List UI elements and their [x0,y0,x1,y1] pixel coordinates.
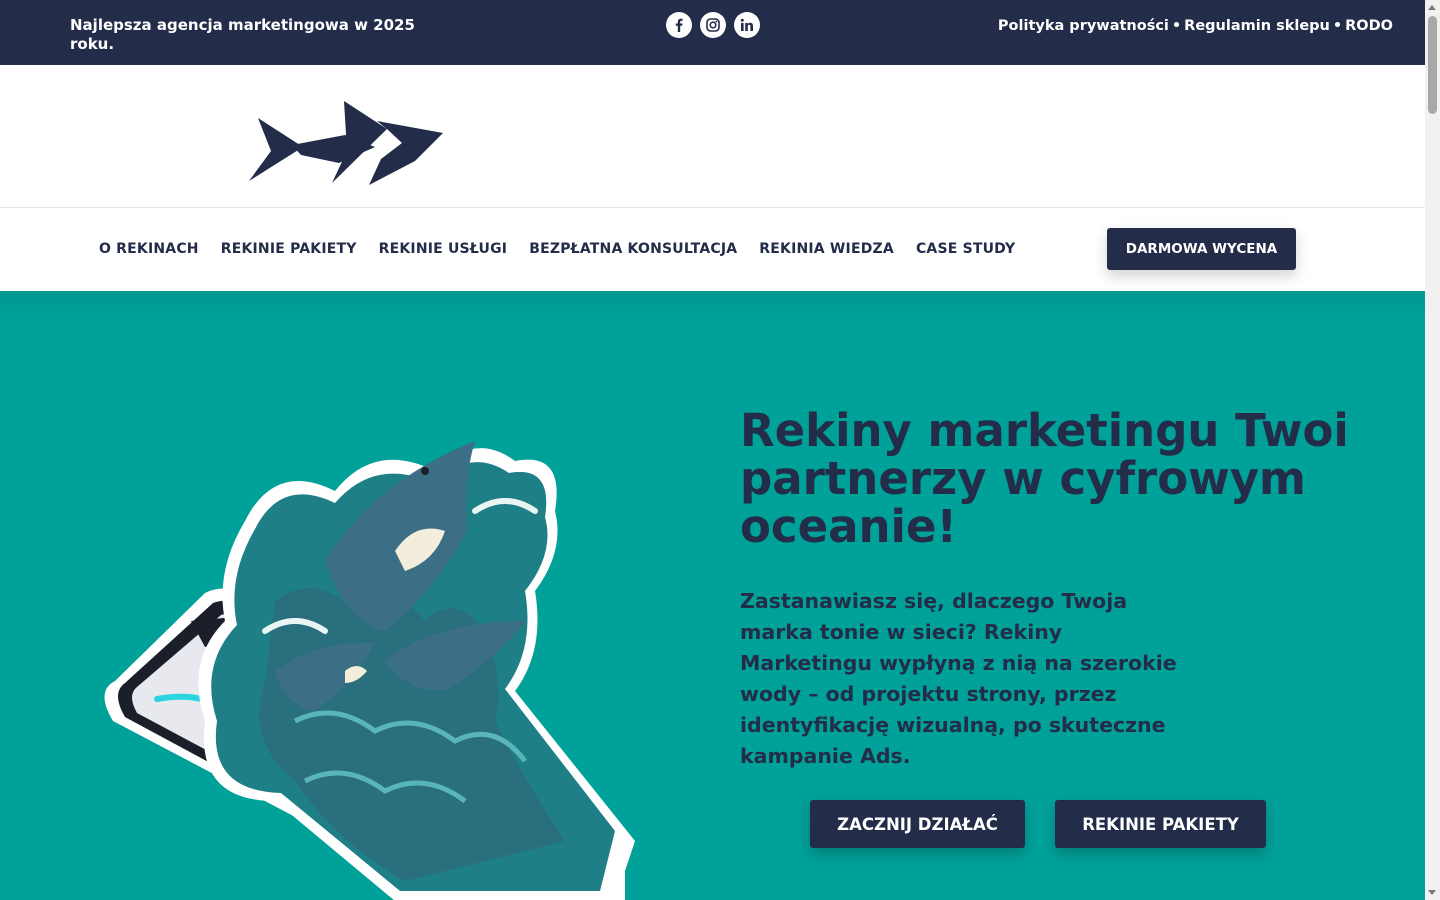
phone-sharks-illustration [95,421,635,900]
hero-description: Zastanawiasz się, dlaczego Twoja marka t… [740,589,1177,768]
linkedin-icon[interactable] [734,12,760,38]
instagram-icon[interactable] [700,12,726,38]
scroll-down-icon[interactable] [1428,890,1436,895]
main-nav: O REKINACH REKINIE PAKIETY REKINIE USŁUG… [0,208,1425,291]
packages-button[interactable]: REKINIE PAKIETY [1055,800,1266,848]
separator: • [1332,18,1343,34]
free-quote-button[interactable]: DARMOWA WYCENA [1107,228,1296,270]
nav-item-bezplatna-konsultacja[interactable]: BEZPŁATNA KONSULTACJA [529,241,737,257]
separator: • [1171,18,1182,34]
hero-title: Rekiny marketingu Twoi partnerzy w cyfro… [740,404,1349,553]
nav-item-o-rekinach[interactable]: O REKINACH [99,241,199,257]
hero-top-shadow [0,291,1425,321]
nav-items: O REKINACH REKINIE PAKIETY REKINIE USŁUG… [99,241,1015,257]
store-terms-link[interactable]: Regulamin sklepu [1184,18,1330,34]
scrollbar-thumb[interactable] [1428,16,1437,114]
tagline: Najlepsza agencja marketingowa w 2025 ro… [70,16,415,53]
start-button[interactable]: ZACZNIJ DZIAŁAĆ [810,800,1025,848]
privacy-policy-link[interactable]: Polityka prywatności [998,18,1169,34]
page: Najlepsza agencja marketingowa w 2025 ro… [0,0,1425,900]
scrollbar[interactable] [1425,0,1440,900]
nav-item-rekinia-wiedza[interactable]: REKINIA WIEDZA [759,241,894,257]
hero-section: Rekiny marketingu Twoi partnerzy w cyfro… [0,291,1425,900]
shark-logo-icon[interactable] [247,99,447,193]
facebook-icon[interactable] [666,12,692,38]
scroll-up-icon[interactable] [1428,5,1436,10]
nav-item-case-study[interactable]: CASE STUDY [916,241,1015,257]
logo-area [0,65,1425,208]
social-links [666,12,760,38]
rodo-link[interactable]: RODO [1345,18,1393,34]
top-bar: Najlepsza agencja marketingowa w 2025 ro… [0,0,1425,65]
nav-item-rekinie-pakiety[interactable]: REKINIE PAKIETY [221,241,357,257]
nav-item-rekinie-uslugi[interactable]: REKINIE USŁUGI [379,241,508,257]
legal-links: Polityka prywatności • Regulamin sklepu • RO… [998,18,1393,34]
